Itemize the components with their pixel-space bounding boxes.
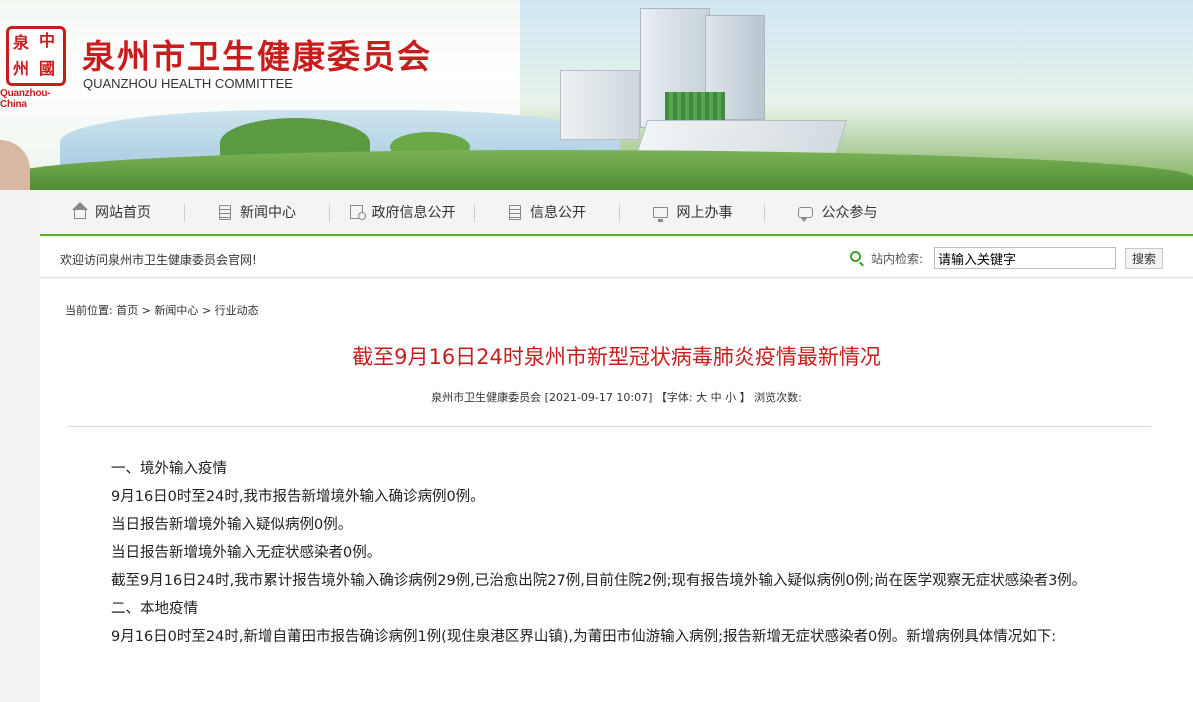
monitor-icon (652, 206, 668, 222)
seal-icon: 泉 中 州 國 (6, 26, 66, 86)
article-paragraph: 当日报告新增境外输入疑似病例0例。 (111, 517, 353, 533)
nav-item-government-info[interactable]: 政府信息公开 (330, 190, 475, 234)
nav-item-info-disclosure[interactable]: 信息公开 (475, 190, 620, 234)
article-section-heading: 二、本地疫情 (111, 601, 198, 617)
nav-item-home[interactable]: 网站首页 (40, 190, 185, 234)
article-datetime: [2021-09-17 10:07] (544, 391, 653, 404)
nav-item-label: 公众参与 (821, 205, 878, 221)
welcome-bar: 欢迎访问泉州市卫生健康委员会官网! 站内检索: 搜索 (40, 238, 1193, 278)
nav-item-online-services[interactable]: 网上办事 (620, 190, 765, 234)
title-divider (68, 426, 1151, 427)
font-size-medium-button[interactable]: 中 (711, 391, 722, 404)
document-icon (509, 204, 521, 220)
article-paragraph: 当日报告新增境外输入无症状感染者0例。 (111, 545, 382, 561)
banner-building-illustration (560, 70, 640, 140)
article-source: 泉州市卫生健康委员会 (431, 391, 542, 404)
seal-char: 泉 (13, 33, 30, 52)
nav-item-label: 信息公开 (530, 205, 586, 221)
main-nav: 网站首页 新闻中心 政府信息公开 信息公开 网上办事 公众参与 (40, 190, 1193, 236)
search-button[interactable]: 搜索 (1125, 248, 1163, 269)
article-paragraph: 9月16日0时至24时,我市报告新增境外输入确诊病例0例。 (111, 489, 485, 505)
chat-icon (797, 206, 813, 222)
font-size-small-button[interactable]: 小 (725, 391, 736, 404)
font-size-prefix: 【字体: (655, 391, 693, 404)
welcome-text: 欢迎访问泉州市卫生健康委员会官网! (60, 253, 257, 267)
nav-item-label: 新闻中心 (240, 205, 296, 221)
breadcrumb: 当前位置: 首页 > 新闻中心 > 行业动态 (65, 302, 259, 318)
search-input[interactable] (934, 247, 1116, 269)
nav-item-public-participation[interactable]: 公众参与 (765, 190, 910, 234)
document-icon (219, 204, 231, 220)
article-meta: 泉州市卫生健康委员会 [2021-09-17 10:07] 【字体: 大 中 小… (40, 389, 1193, 405)
nav-item-label: 政府信息公开 (371, 205, 456, 221)
seal-char: 州 (13, 59, 30, 78)
government-info-icon (349, 205, 366, 220)
font-size-suffix: 】 (739, 391, 751, 404)
nav-item-label: 网上办事 (676, 205, 733, 221)
logo-caption: Quanzhou-China (0, 88, 51, 110)
article-paragraph: 9月16日0时至24时,新增自莆田市报告确诊病例1例(现住泉港区界山镇),为莆田… (111, 629, 1057, 645)
nav-item-news-center[interactable]: 新闻中心 (185, 190, 330, 234)
banner-person-illustration (0, 140, 30, 190)
font-size-large-button[interactable]: 大 (696, 391, 707, 404)
breadcrumb-link-home[interactable]: 首页 (116, 304, 138, 317)
article-paragraph: 截至9月16日24时,我市累计报告境外输入确诊病例29例,已治愈出院27例,目前… (111, 573, 1087, 589)
view-count-label: 浏览次数: (754, 391, 802, 404)
breadcrumb-link-industry-news[interactable]: 行业动态 (215, 304, 259, 317)
breadcrumb-prefix: 当前位置: (65, 304, 113, 317)
breadcrumb-separator: > (141, 304, 151, 317)
site-logo[interactable]: 泉 中 州 國 Quanzhou-China (0, 24, 76, 110)
search-label: 站内检索: (871, 252, 924, 266)
site-subtitle: QUANZHOU HEALTH COMMITTEE (83, 76, 293, 91)
article-body: 一、境外输入疫情 9月16日0时至24时,我市报告新增境外输入确诊病例0例。 当… (80, 455, 1125, 651)
search-icon (850, 251, 861, 262)
header-banner: 泉 中 州 國 Quanzhou-China 泉州市卫生健康委员会 QUANZH… (0, 0, 1193, 190)
article-title: 截至9月16日24时泉州市新型冠状病毒肺炎疫情最新情况 (352, 345, 881, 369)
seal-char: 國 (39, 59, 56, 78)
nav-item-label: 网站首页 (95, 205, 151, 221)
site-title: 泉州市卫生健康委员会 (82, 37, 432, 76)
seal-char: 中 (39, 31, 56, 50)
breadcrumb-separator: > (201, 304, 212, 317)
article-section-heading: 一、境外输入疫情 (111, 461, 227, 477)
home-icon (72, 202, 88, 219)
main-content: 当前位置: 首页 > 新闻中心 > 行业动态 截至9月16日24时泉州市新型冠状… (40, 279, 1193, 702)
breadcrumb-link-news-center[interactable]: 新闻中心 (154, 304, 198, 317)
